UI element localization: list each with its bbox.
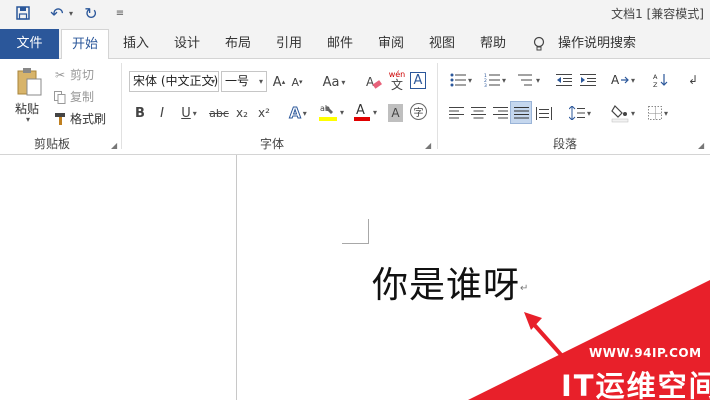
- watermark-logo-text: IT运维空间: [561, 369, 710, 400]
- watermark-url: WWW.94IP.COM: [589, 346, 702, 360]
- arrow-icon: [524, 312, 565, 359]
- watermark-banner: [468, 280, 710, 400]
